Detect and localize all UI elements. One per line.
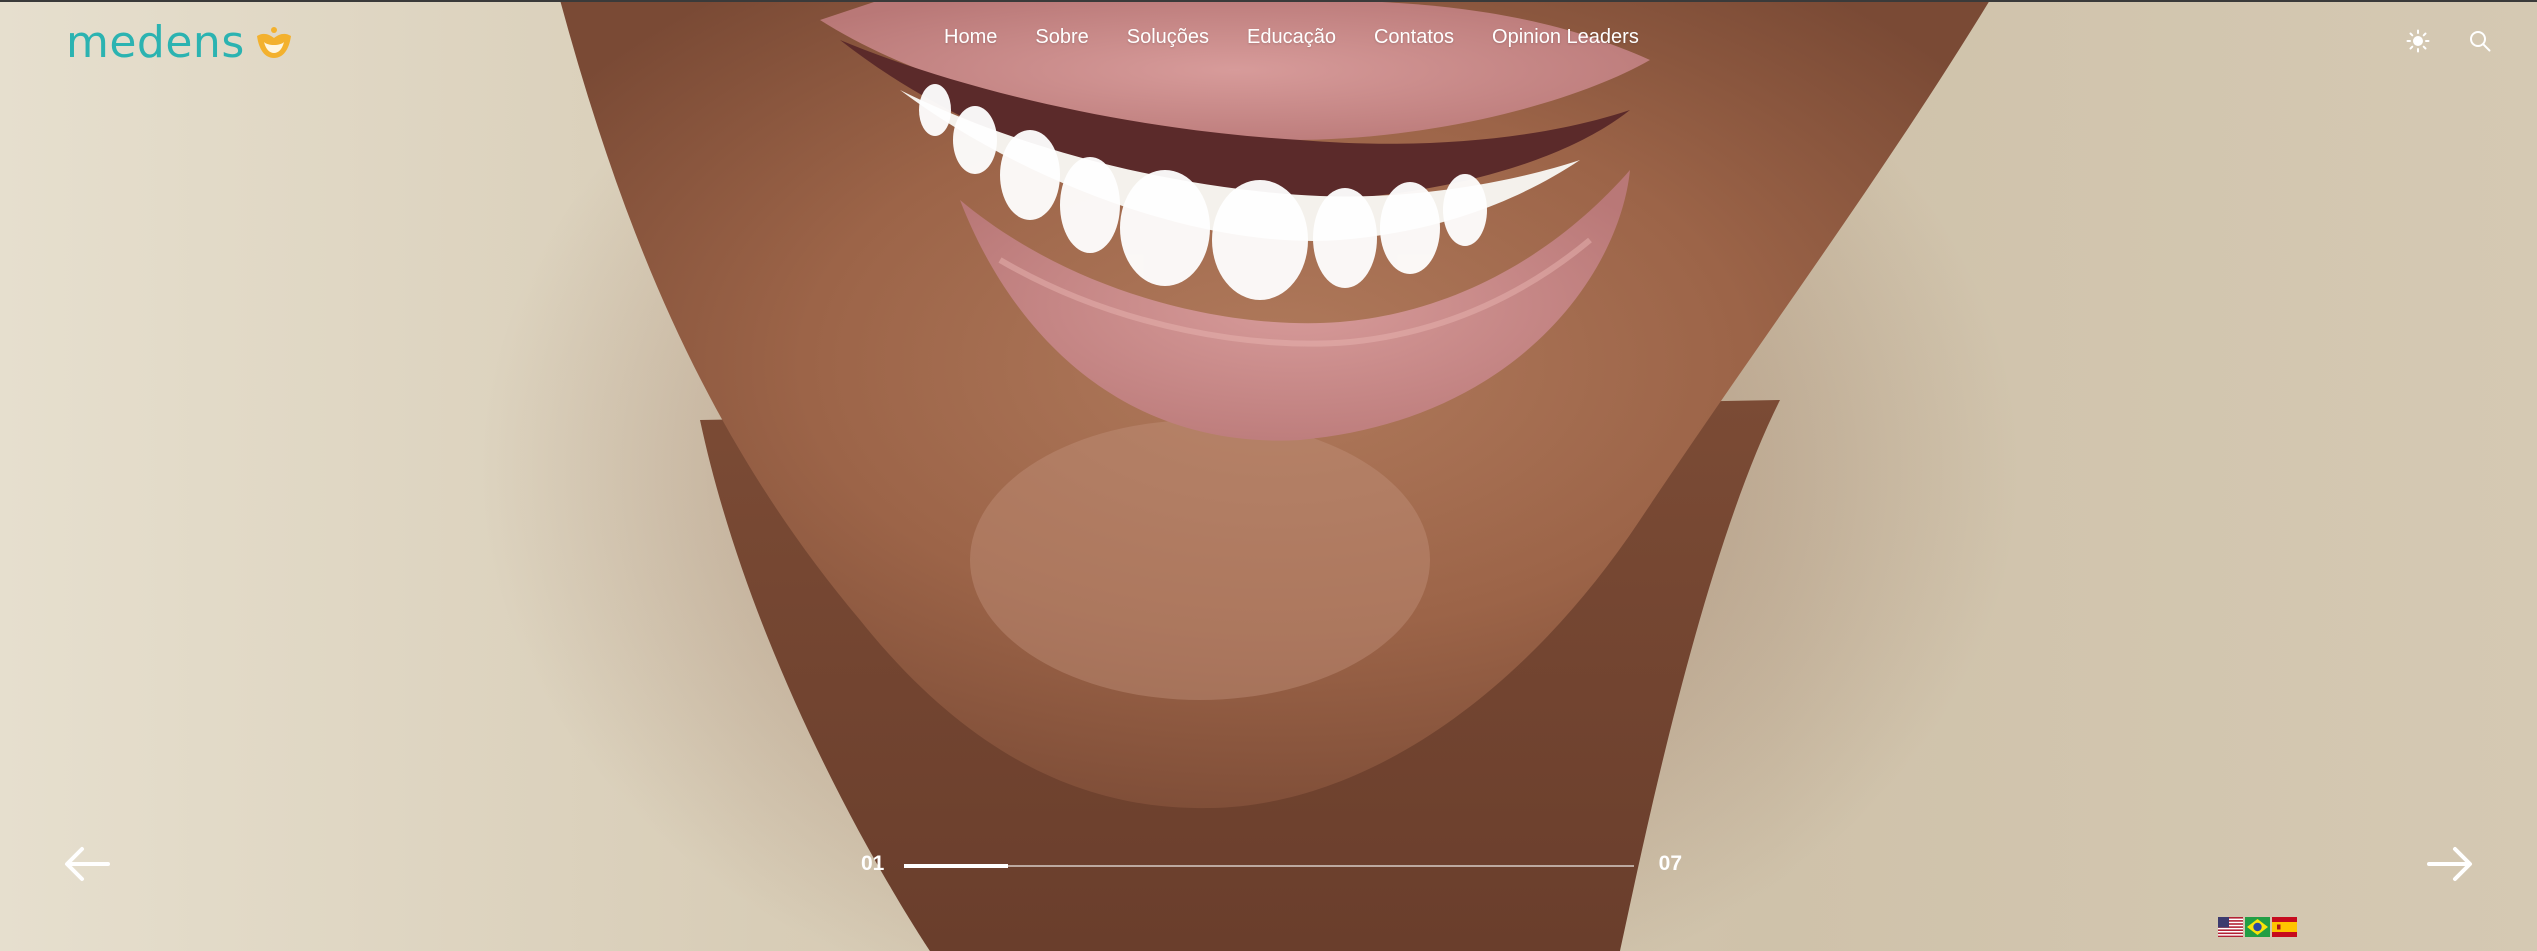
- nav-solucoes[interactable]: Soluções: [1127, 26, 1209, 49]
- nav-contatos[interactable]: Contatos: [1374, 26, 1454, 49]
- flag-us-icon[interactable]: [2218, 917, 2243, 937]
- next-slide-button[interactable]: [2427, 846, 2473, 882]
- flag-es-icon[interactable]: [2272, 917, 2297, 937]
- nav-sobre[interactable]: Sobre: [1035, 26, 1088, 49]
- main-nav: Home Sobre Soluções Educação Contatos Op…: [944, 26, 1639, 49]
- sun-icon: [2406, 29, 2430, 53]
- search-icon: [2470, 31, 2491, 52]
- smile-mark-icon: [256, 27, 291, 58]
- arrow-left-icon: [65, 847, 110, 881]
- site-header: medens Home Sobre Soluções Educação Cont…: [0, 0, 2537, 84]
- prev-slide-button[interactable]: [64, 846, 110, 882]
- language-switcher: [2218, 917, 2297, 937]
- nav-opinion-leaders[interactable]: Opinion Leaders: [1492, 26, 1639, 49]
- hero-slide-image: [0, 0, 2537, 951]
- arrow-right-icon: [2427, 847, 2472, 881]
- nav-educacao[interactable]: Educação: [1247, 26, 1336, 49]
- flag-br-icon[interactable]: [2245, 917, 2270, 937]
- progress-fill: [904, 864, 1009, 868]
- brand-name: medens: [66, 17, 245, 68]
- slide-current-number: 01: [861, 852, 885, 875]
- brand-logo[interactable]: medens: [66, 18, 295, 68]
- nav-home[interactable]: Home: [944, 26, 997, 49]
- header-tools: [2405, 28, 2493, 54]
- progress-track[interactable]: [904, 864, 1634, 868]
- theme-toggle-button[interactable]: [2405, 28, 2431, 54]
- slide-progress: 01 07: [858, 852, 1682, 878]
- slide-total-number: 07: [1658, 852, 1682, 875]
- smile-photo: [560, 0, 1990, 951]
- search-button[interactable]: [2467, 28, 2493, 54]
